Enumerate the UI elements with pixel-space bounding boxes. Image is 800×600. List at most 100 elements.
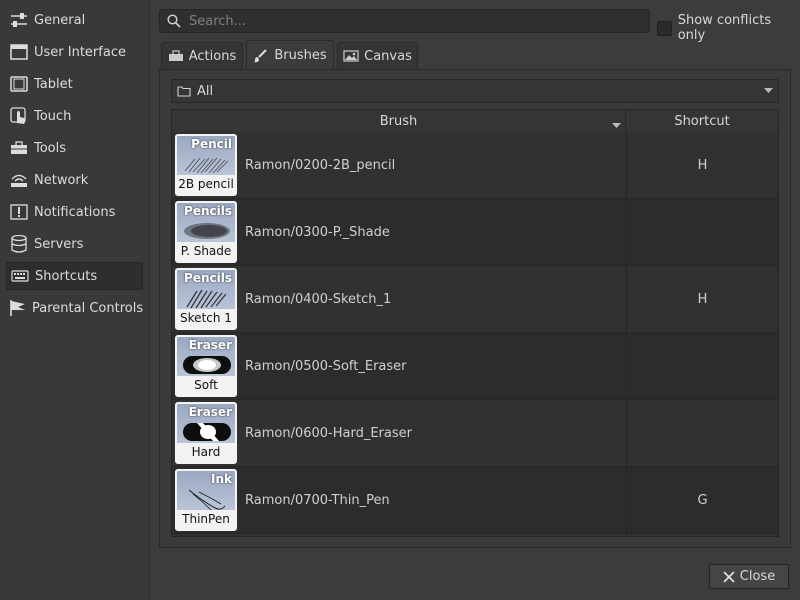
folder-icon [177,84,193,98]
brush-thumbnail-label: P. Shade [177,242,235,261]
column-header-label: Brush [379,113,418,129]
tab-label: Canvas [364,48,412,64]
window-icon [9,42,29,62]
table-header: Brush Shortcut [172,110,778,133]
sidebar-item-tablet[interactable]: Tablet [6,70,143,98]
brush-thumbnail: Pencils P. Shade [175,201,237,263]
table-row[interactable]: Pencils P. Shade Ramon/0300-P._Shade [172,199,778,266]
hard-eraser-icon [183,423,231,441]
category-filter-value: All [197,83,214,99]
sidebar-item-touch[interactable]: Touch [6,102,143,130]
touch-icon [9,106,29,126]
brush-shortcut-table: Brush Shortcut Pencil 2B pencil Ramon/02… [171,109,779,537]
table-row[interactable]: Pencils Sketch 1 Ramon/0400-Sketch_1 H [172,266,778,333]
brush-category-label: Eraser [188,405,232,419]
close-button[interactable]: Close [709,564,789,589]
pencil-stroke-icon [184,157,229,174]
category-filter-dropdown[interactable]: All [171,79,779,103]
brush-thumbnail-label: 2B pencil [177,175,235,194]
sidebar-item-tools[interactable]: Tools [6,134,143,162]
brush-name: Ramon/0400-Sketch_1 [245,291,392,307]
sidebar-item-shortcuts[interactable]: Shortcuts [6,262,143,290]
sidebar-item-servers[interactable]: Servers [6,230,143,258]
sidebar-item-network[interactable]: Network [6,166,143,194]
table-row[interactable]: Pencil 2B pencil Ramon/0200-2B_pencil H [172,132,778,199]
shortcut-cell[interactable] [627,199,778,265]
sliders-icon [9,10,29,30]
brush-name: Ramon/0200-2B_pencil [245,157,396,173]
search-input[interactable] [189,13,649,29]
ink-stroke-icon [188,489,226,511]
sort-arrow-icon [612,118,621,133]
shortcut-cell[interactable] [627,400,778,466]
shortcut-cell[interactable] [627,333,778,399]
toolbox-icon [168,49,184,63]
show-conflicts-checkbox[interactable]: Show conflicts only [657,13,800,43]
brush-thumbnail: Eraser Hard [175,402,237,464]
shortcut-cell[interactable]: G [627,467,778,533]
sidebar-item-label: Touch [34,108,72,124]
tab-brushes[interactable]: Brushes [246,40,334,70]
column-header-label: Shortcut [674,113,730,129]
tab-label: Actions [188,48,237,64]
toolbox-icon [9,138,29,158]
brush-thumbnail [175,536,237,537]
brush-name: Ramon/0700-Thin_Pen [245,492,390,508]
column-divider [626,534,627,536]
chevron-down-icon [758,88,778,94]
close-icon [723,570,735,583]
brush-category-label: Eraser [188,338,232,352]
tab-label: Brushes [274,48,327,63]
sidebar: General User Interface Tablet Touch Tool… [0,0,150,600]
sidebar-item-user-interface[interactable]: User Interface [6,38,143,66]
tab-canvas[interactable]: Canvas [337,42,418,69]
sidebar-item-label: Network [34,172,89,188]
sidebar-item-label: General [34,12,86,28]
sidebar-item-label: Tablet [34,76,73,92]
column-header-brush[interactable]: Brush [172,110,626,132]
close-button-label: Close [739,569,776,584]
brush-category-label: Pencils [184,204,232,218]
tab-actions[interactable]: Actions [161,42,243,69]
brush-thumbnail: Eraser Soft [175,335,237,397]
sidebar-item-notifications[interactable]: Notifications [6,198,143,226]
checkbox[interactable] [657,20,672,36]
sidebar-item-label: Notifications [34,204,116,220]
flag-icon [9,298,27,318]
brush-thumbnail-label: Hard [177,443,235,462]
brush-icon [253,48,269,63]
image-icon [343,49,359,63]
shortcut-cell[interactable]: H [627,132,778,198]
sidebar-item-general[interactable]: General [6,6,143,34]
soft-eraser-icon [183,356,231,374]
brush-name: Ramon/0500-Soft_Eraser [245,358,407,374]
brush-thumbnail-label: ThinPen [177,510,235,529]
sketch-stroke-icon [186,289,227,309]
brush-name: Ramon/0600-Hard_Eraser [245,425,412,441]
brush-thumbnail: Pencil 2B pencil [175,134,237,196]
notification-icon [9,202,29,222]
table-row[interactable]: Eraser Soft Ramon/0500-Soft_Eraser [172,333,778,400]
table-row[interactable]: Ink ThinPen Ramon/0700-Thin_Pen G [172,467,778,534]
brush-category-label: Ink [211,472,232,486]
table-row[interactable] [172,534,778,537]
network-icon [9,170,29,190]
column-header-shortcut[interactable]: Shortcut [626,110,778,132]
sidebar-item-label: Parental Controls [32,300,144,316]
brush-thumbnail-label: Sketch 1 [177,309,235,328]
database-icon [9,234,29,254]
brush-thumbnail: Ink ThinPen [175,469,237,531]
table-row[interactable]: Eraser Hard Ramon/0600-Hard_Eraser [172,400,778,467]
shortcut-cell[interactable]: H [627,266,778,332]
brush-thumbnail-label: Soft [177,376,235,395]
sidebar-item-label: Tools [34,140,67,156]
brush-name: Ramon/0300-P._Shade [245,224,390,240]
brush-category-label: Pencil [191,137,232,151]
show-conflicts-label: Show conflicts only [677,13,772,43]
sidebar-item-label: User Interface [34,44,126,60]
sidebar-item-parental-controls[interactable]: Parental Controls [6,294,143,322]
brush-thumbnail: Pencils Sketch 1 [175,268,237,330]
search-box[interactable] [159,9,650,33]
tablet-icon [9,74,29,94]
search-icon [167,13,183,29]
